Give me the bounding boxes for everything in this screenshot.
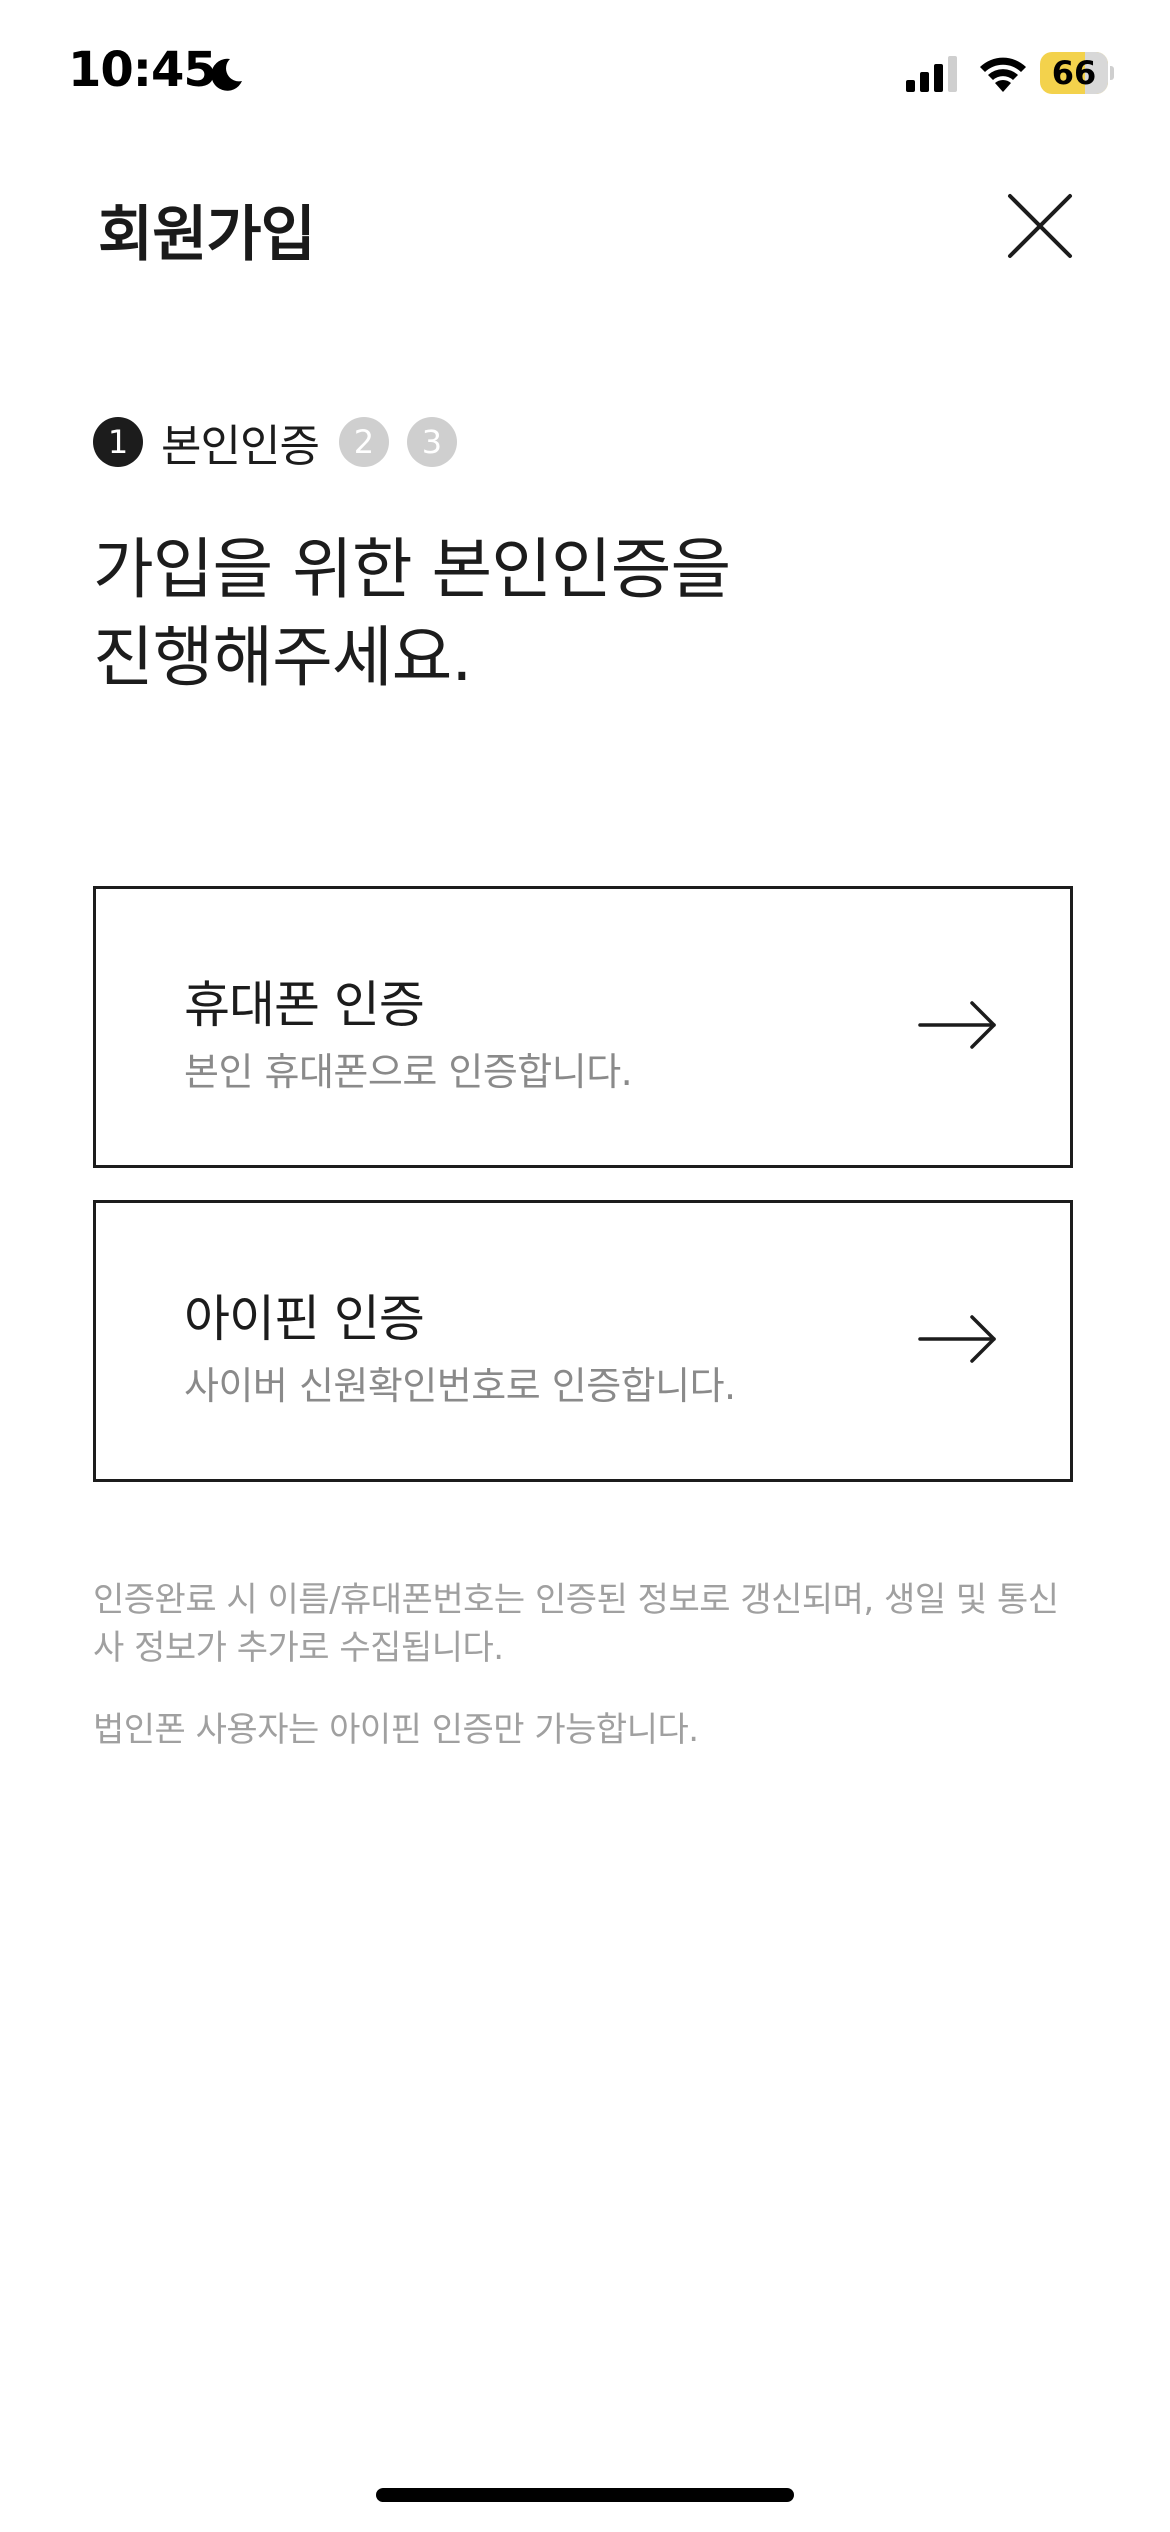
wifi-icon — [980, 57, 1026, 92]
step-1-circle: 1 — [93, 417, 143, 467]
battery-icon: 66 — [1040, 52, 1114, 94]
phone-verification-button[interactable]: 휴대폰 인증 본인 휴대폰으로 인증합니다. — [93, 886, 1073, 1168]
moon-icon — [211, 58, 242, 91]
headline: 가입을 위한 본인인증을 진행해주세요. — [93, 526, 993, 702]
step-2-number: 2 — [353, 423, 375, 461]
step-1-number: 1 — [107, 423, 129, 461]
headline-line-1: 가입을 위한 본인인증을 — [93, 531, 731, 608]
step-1-label: 본인인증 — [161, 421, 320, 472]
status-bar: 10:45 66 — [0, 0, 1170, 150]
status-time: 10:45 — [68, 42, 217, 98]
home-indicator — [376, 2488, 794, 2502]
step-3-number: 3 — [421, 423, 443, 461]
close-icon[interactable] — [1000, 186, 1080, 266]
step-2-circle: 2 — [338, 417, 389, 467]
phone-verification-title: 휴대폰 인증 — [184, 976, 425, 1034]
arrow-right-icon — [918, 1001, 996, 1049]
phone-verification-description: 본인 휴대폰으로 인증합니다. — [184, 1050, 633, 1094]
arrow-right-icon — [918, 1315, 996, 1363]
note-update-info: 인증완료 시 이름/휴대폰번호는 인증된 정보로 갱신되며, 생일 및 통신사 … — [93, 1580, 1059, 1668]
ipin-verification-button[interactable]: 아이핀 인증 사이버 신원확인번호로 인증합니다. — [93, 1200, 1073, 1482]
step-indicator: 1 본인인증 2 3 — [93, 416, 457, 472]
step-3-circle: 3 — [406, 417, 457, 467]
note-corporate-phone: 법인폰 사용자는 아이핀 인증만 가능합니다. — [93, 1710, 699, 1750]
ipin-verification-title: 아이핀 인증 — [184, 1290, 425, 1348]
verification-notes: 인증완료 시 이름/휴대폰번호는 인증된 정보로 갱신되며, 생일 및 통신사 … — [93, 1576, 1083, 1754]
ipin-verification-description: 사이버 신원확인번호로 인증합니다. — [184, 1364, 736, 1408]
signal-icon — [906, 56, 957, 92]
headline-line-2: 진행해주세요. — [93, 619, 472, 696]
page-title: 회원가입 — [98, 200, 316, 270]
battery-level: 66 — [1051, 54, 1097, 92]
close-button[interactable] — [1000, 186, 1080, 266]
